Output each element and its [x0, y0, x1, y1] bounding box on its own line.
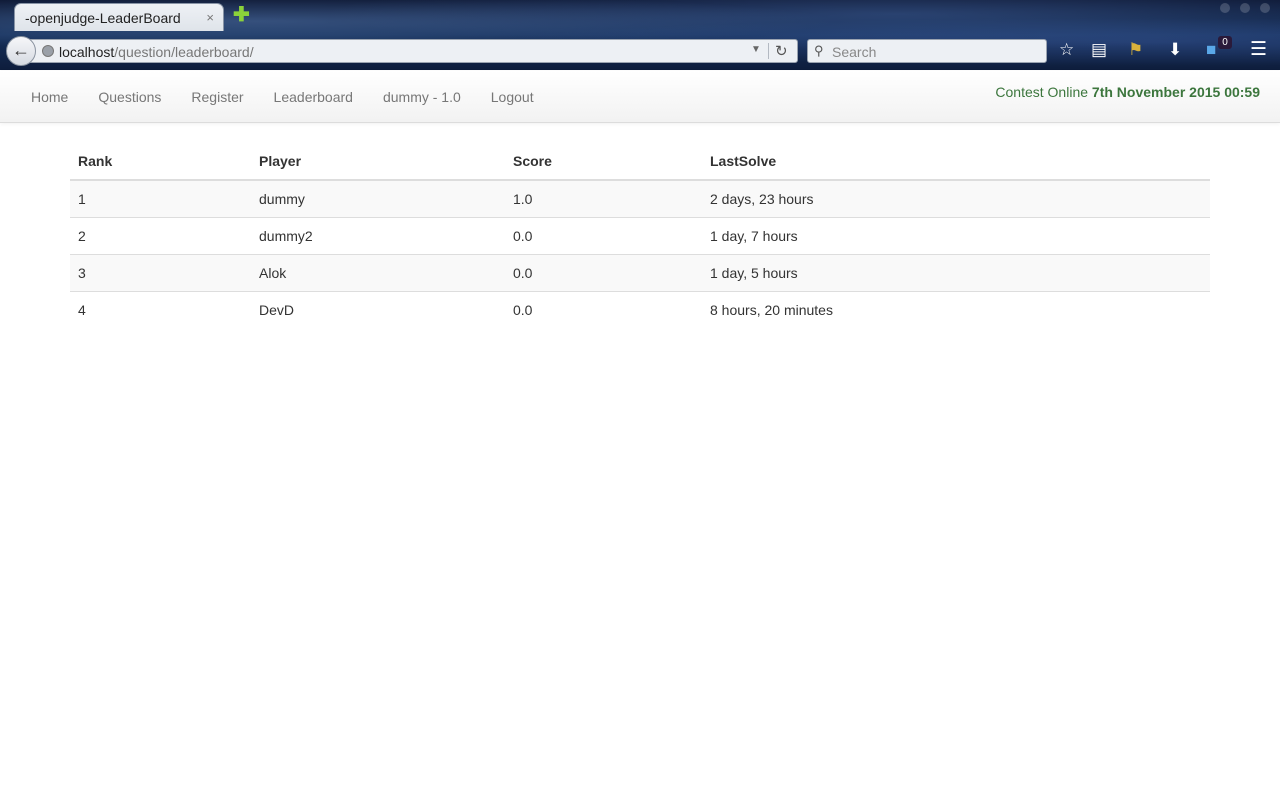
table-row: 2 dummy2 0.0 1 day, 7 hours: [70, 216, 1210, 254]
back-arrow-icon: ←: [12, 40, 30, 60]
bookmark-star-icon[interactable]: ☆: [1059, 40, 1074, 60]
maximize-button[interactable]: [1240, 3, 1250, 13]
nav-link-logout[interactable]: Logout: [476, 89, 549, 105]
browser-chrome: -openjudge-LeaderBoard × ✚ ← localhost/q…: [0, 0, 1280, 70]
extension-icon[interactable]: ■: [1206, 40, 1216, 60]
globe-icon: [42, 45, 54, 57]
player-cell: Alok: [251, 253, 505, 291]
player-cell: DevD: [251, 290, 505, 328]
nav-link-questions[interactable]: Questions: [83, 89, 176, 105]
contest-status: Contest Online 7th November 2015 00:59: [995, 84, 1260, 100]
score-cell: 0.0: [505, 290, 702, 328]
back-button[interactable]: ←: [6, 36, 36, 66]
last-solve-cell: 8 hours, 20 minutes: [702, 290, 1210, 328]
url-separator: [768, 43, 769, 59]
last-solve-cell: 2 days, 23 hours: [702, 180, 1210, 217]
search-input[interactable]: ⚲ Search: [807, 39, 1047, 63]
player-cell: dummy: [251, 180, 505, 217]
nav-link-leaderboard[interactable]: Leaderboard: [259, 89, 368, 105]
new-tab-icon[interactable]: ✚: [233, 5, 250, 25]
table-row: 1 dummy 1.0 2 days, 23 hours: [70, 180, 1210, 217]
url-host: localhost: [59, 44, 115, 60]
reading-list-icon[interactable]: ▤: [1091, 40, 1107, 60]
search-placeholder: Search: [832, 44, 877, 60]
table-row: 4 DevD 0.0 8 hours, 20 minutes: [70, 290, 1210, 328]
last-solve-cell: 1 day, 5 hours: [702, 253, 1210, 291]
leaderboard-table: Rank Player Score LastSolve 1 dummy 1.0 …: [70, 143, 1210, 328]
column-header-score: Score: [505, 143, 702, 181]
navbar: Home Questions Register Leaderboard dumm…: [0, 71, 1280, 123]
flag-icon[interactable]: ⚑: [1128, 40, 1143, 60]
hamburger-menu-icon[interactable]: ☰: [1250, 40, 1267, 60]
window-controls: [1220, 3, 1270, 13]
column-header-player: Player: [251, 143, 505, 181]
rank-cell: 2: [70, 216, 251, 254]
rank-cell: 4: [70, 290, 251, 328]
nav-link-register[interactable]: Register: [176, 89, 258, 105]
nav-link-home[interactable]: Home: [16, 89, 83, 105]
search-icon: ⚲: [814, 43, 824, 58]
browser-tab[interactable]: -openjudge-LeaderBoard ×: [14, 3, 224, 31]
close-tab-icon[interactable]: ×: [206, 10, 214, 25]
rank-cell: 3: [70, 253, 251, 291]
download-icon[interactable]: ⬇: [1168, 40, 1182, 60]
url-dropdown-icon[interactable]: ▼: [751, 44, 761, 55]
nav-link-user-score[interactable]: dummy - 1.0: [368, 89, 476, 105]
minimize-button[interactable]: [1220, 3, 1230, 13]
last-solve-cell: 1 day, 7 hours: [702, 216, 1210, 254]
table-row: 3 Alok 0.0 1 day, 5 hours: [70, 253, 1210, 291]
table-header-row: Rank Player Score LastSolve: [70, 143, 1210, 181]
column-header-lastsolve: LastSolve: [702, 143, 1210, 181]
address-bar[interactable]: localhost/question/leaderboard/ ▼ ↻: [28, 39, 798, 63]
score-cell: 1.0: [505, 180, 702, 217]
score-cell: 0.0: [505, 253, 702, 291]
reload-icon[interactable]: ↻: [775, 42, 788, 60]
score-cell: 0.0: [505, 216, 702, 254]
contest-status-label: Contest Online: [995, 84, 1092, 100]
url-text[interactable]: localhost/question/leaderboard/: [59, 44, 254, 60]
column-header-rank: Rank: [70, 143, 251, 181]
close-window-button[interactable]: [1260, 3, 1270, 13]
tab-title: -openjudge-LeaderBoard: [25, 10, 181, 26]
player-cell: dummy2: [251, 216, 505, 254]
extension-badge: 0: [1218, 36, 1232, 49]
rank-cell: 1: [70, 180, 251, 217]
nav-links: Home Questions Register Leaderboard dumm…: [16, 71, 549, 123]
url-path: /question/leaderboard/: [114, 44, 254, 60]
contest-status-time: 7th November 2015 00:59: [1091, 84, 1260, 100]
